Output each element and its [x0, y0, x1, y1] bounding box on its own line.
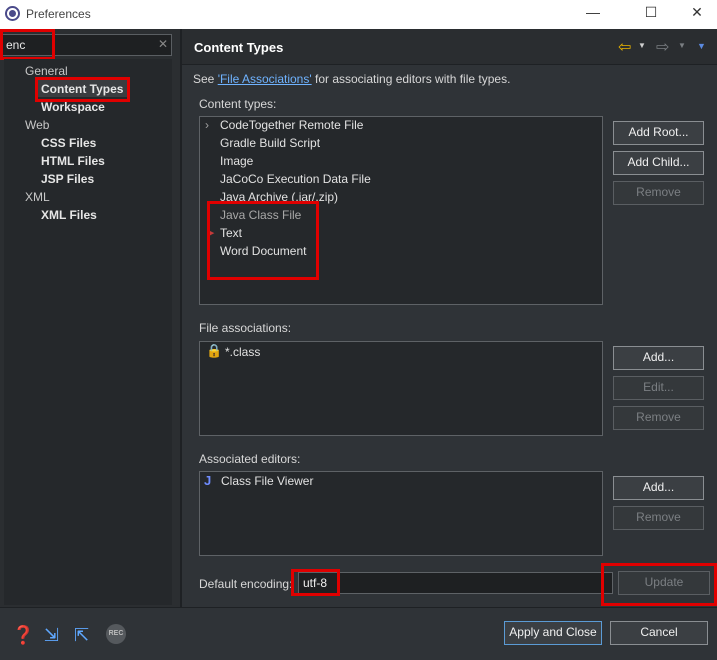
- window-title: Preferences: [26, 7, 91, 21]
- remove-editor-button[interactable]: Remove: [613, 506, 704, 530]
- highlight-content-types: [35, 77, 130, 102]
- tree-item-css-files[interactable]: CSS Files: [41, 136, 96, 150]
- add-root-button[interactable]: Add Root...: [613, 121, 704, 145]
- forward-menu-chevron-icon[interactable]: ▼: [678, 41, 686, 50]
- hint-suffix: for associating editors with file types.: [311, 72, 511, 86]
- file-association-item[interactable]: *.class: [225, 345, 260, 359]
- page-header: Content Types ⇦ ▼ ⇨ ▼ ▼: [182, 29, 717, 65]
- back-arrow-icon[interactable]: ⇦: [618, 37, 631, 57]
- import-icon[interactable]: ⇲: [44, 625, 59, 646]
- java-editor-icon: J: [204, 473, 212, 488]
- clear-filter-icon[interactable]: ✕: [158, 37, 168, 51]
- file-associations-hint: See 'File Associations' for associating …: [193, 72, 510, 86]
- remove-association-button[interactable]: Remove: [613, 406, 704, 430]
- hint-prefix: See: [193, 72, 218, 86]
- edit-association-button[interactable]: Edit...: [613, 376, 704, 400]
- tree-item-general[interactable]: General: [25, 64, 68, 78]
- title-bar: Preferences — ☐ ✕: [0, 0, 717, 29]
- minimize-button[interactable]: —: [578, 4, 608, 20]
- content-type-item[interactable]: JaCoCo Execution Data File: [220, 172, 371, 186]
- page-title: Content Types: [194, 40, 284, 55]
- associated-editors-label: Associated editors:: [199, 452, 301, 466]
- tree-item-workspace[interactable]: Workspace: [41, 100, 105, 114]
- tree-item-jsp-files[interactable]: JSP Files: [41, 172, 94, 186]
- back-menu-chevron-icon[interactable]: ▼: [638, 41, 646, 50]
- tree-item-web[interactable]: Web: [25, 118, 49, 132]
- content-types-label: Content types:: [199, 97, 277, 111]
- expand-chevron-icon[interactable]: ›: [205, 118, 209, 132]
- tree-item-html-files[interactable]: HTML Files: [41, 154, 105, 168]
- cancel-button[interactable]: Cancel: [610, 621, 708, 645]
- content-type-item[interactable]: Image: [220, 154, 253, 168]
- lock-icon: 🔒: [206, 343, 223, 358]
- forward-arrow-icon[interactable]: ⇨: [656, 37, 669, 57]
- add-association-button[interactable]: Add...: [613, 346, 704, 370]
- highlight-update: [601, 563, 717, 606]
- record-icon[interactable]: REC: [106, 624, 126, 644]
- tree-item-xml-files[interactable]: XML Files: [41, 208, 97, 222]
- highlight-content-type-items: [207, 201, 319, 280]
- highlight-filter: [0, 29, 55, 60]
- pane-divider[interactable]: [180, 29, 182, 607]
- file-associations-link[interactable]: 'File Associations': [218, 72, 312, 86]
- help-icon[interactable]: ❓: [12, 625, 34, 646]
- maximize-button[interactable]: ☐: [636, 4, 666, 21]
- associated-editor-item[interactable]: Class File Viewer: [221, 474, 313, 488]
- file-associations-label: File associations:: [199, 321, 292, 335]
- content-type-item[interactable]: Gradle Build Script: [220, 136, 320, 150]
- export-icon[interactable]: ⇱: [74, 625, 89, 646]
- close-button[interactable]: ✕: [682, 4, 712, 21]
- add-editor-button[interactable]: Add...: [613, 476, 704, 500]
- content-type-item[interactable]: CodeTogether Remote File: [220, 118, 363, 132]
- app-icon: [5, 6, 20, 21]
- tree-item-xml[interactable]: XML: [25, 190, 50, 204]
- view-menu-icon[interactable]: ▼: [697, 41, 706, 51]
- add-child-button[interactable]: Add Child...: [613, 151, 704, 175]
- remove-content-type-button[interactable]: Remove: [613, 181, 704, 205]
- apply-and-close-button[interactable]: Apply and Close: [504, 621, 602, 645]
- default-encoding-input[interactable]: utf-8: [298, 572, 613, 594]
- highlight-encoding: [291, 569, 340, 596]
- default-encoding-label: Default encoding:: [199, 577, 293, 591]
